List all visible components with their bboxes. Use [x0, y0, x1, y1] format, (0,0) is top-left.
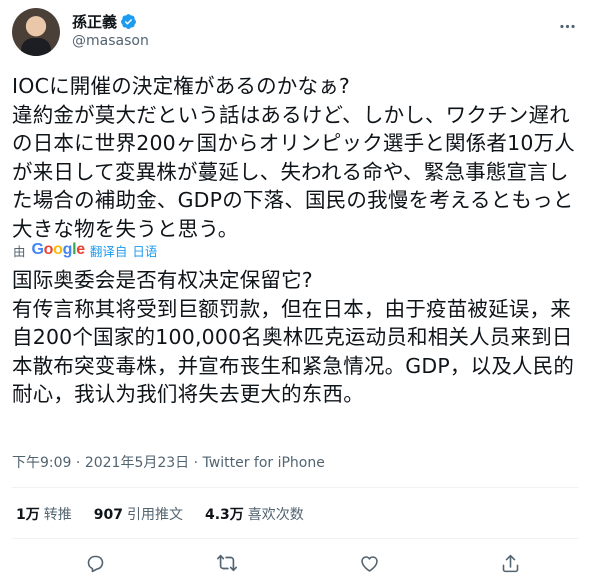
tweet-source[interactable]: Twitter for iPhone [203, 455, 325, 471]
more-icon[interactable] [555, 14, 579, 38]
meta-separator: · [75, 455, 81, 471]
retweets-label: 转推 [43, 507, 72, 523]
tweet-stats: 1万 转推 907 引用推文 4.3万 喜欢次数 [16, 504, 326, 524]
likes-stat[interactable]: 4.3万 喜欢次数 [205, 504, 304, 524]
tweet-date[interactable]: 2021年5月23日 [85, 455, 189, 471]
tweet-meta: 下午9:09 · 2021年5月23日 · Twitter for iPhone [12, 452, 325, 472]
likes-label: 喜欢次数 [247, 507, 304, 523]
divider [12, 487, 579, 488]
share-icon[interactable] [497, 550, 523, 576]
divider [12, 538, 579, 539]
translation-attribution: 由 Google 翻译自 日语 [13, 240, 157, 260]
retweets-stat[interactable]: 1万 转推 [16, 504, 72, 524]
quotes-stat[interactable]: 907 引用推文 [94, 504, 183, 524]
translated-text: 国际奥委会是否有权决定保留它? 有传言称其将受到巨额罚款，但在日本，由于疫苗被延… [12, 268, 575, 406]
translate-link[interactable]: 翻译自 [90, 241, 128, 260]
translation-prefix: 由 [13, 243, 26, 259]
retweets-count: 1万 [16, 507, 40, 523]
meta-separator: · [193, 455, 199, 471]
user-handle[interactable]: @masason [72, 33, 149, 49]
quotes-label: 引用推文 [126, 507, 183, 523]
retweet-icon[interactable] [214, 550, 240, 576]
heart-icon[interactable] [356, 550, 382, 576]
translation-language[interactable]: 日语 [132, 241, 157, 260]
quotes-count: 907 [93, 507, 123, 523]
verified-badge-icon [121, 14, 136, 29]
avatar[interactable] [12, 8, 60, 56]
action-bar [0, 550, 591, 578]
tweet-header: 孫正義 @masason [12, 8, 579, 58]
likes-count: 4.3万 [204, 507, 244, 523]
reply-icon[interactable] [82, 550, 108, 576]
name-row: 孫正義 [72, 11, 137, 32]
tweet-time[interactable]: 下午9:09 [12, 455, 71, 471]
google-logo: Google [31, 241, 86, 258]
tweet-text: IOCに開催の決定権があるのかなぁ? 違約金が莫大だという話はあるけど、しかし、… [12, 74, 576, 241]
display-name[interactable]: 孫正義 [72, 11, 117, 32]
